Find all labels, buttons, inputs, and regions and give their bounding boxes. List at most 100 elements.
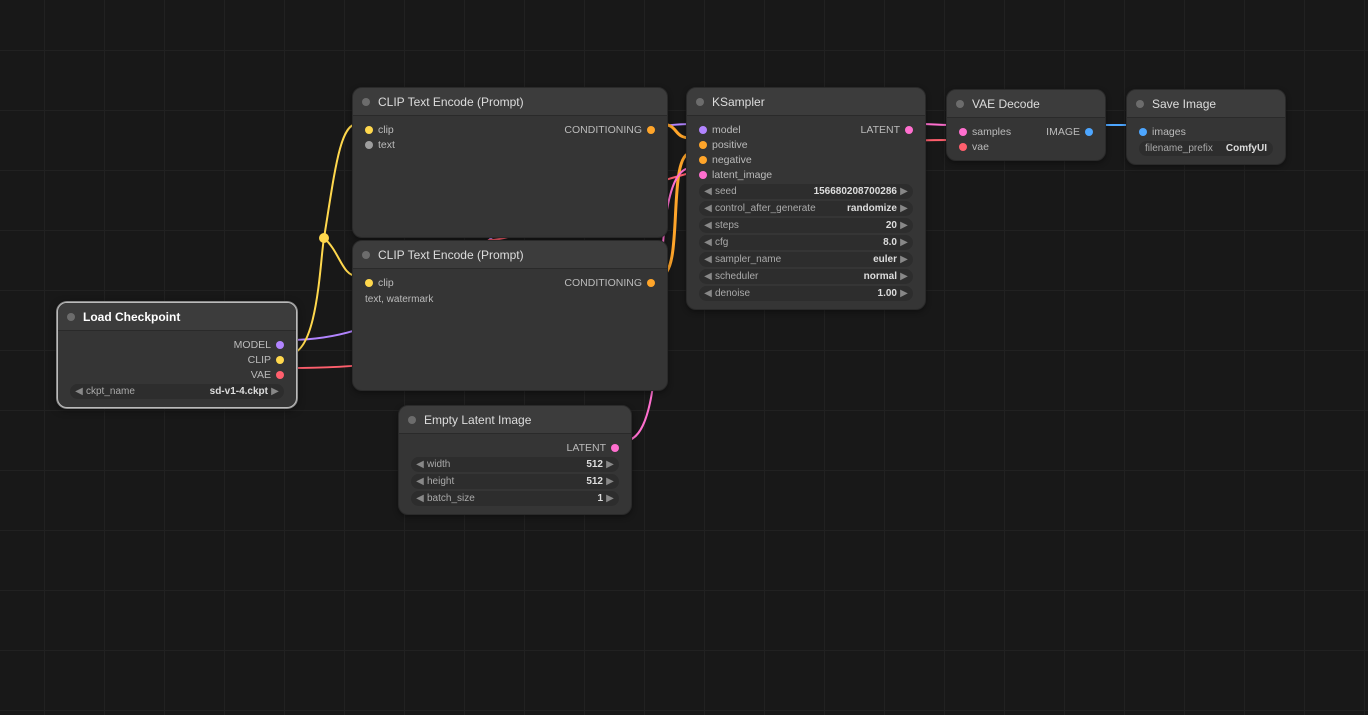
chevron-right-icon[interactable]: ▶ xyxy=(605,493,615,504)
input-positive: positive xyxy=(712,139,748,151)
node-header[interactable]: Empty Latent Image xyxy=(399,406,631,434)
widget-value: euler xyxy=(781,254,897,265)
chevron-right-icon[interactable]: ▶ xyxy=(899,288,909,299)
input-samples: samples xyxy=(972,126,1011,138)
output-latent: LATENT xyxy=(861,124,900,136)
chevron-left-icon[interactable]: ◀ xyxy=(703,254,713,265)
port-negative-icon[interactable] xyxy=(699,156,707,164)
collapse-dot-icon[interactable] xyxy=(1136,100,1144,108)
port-clip-icon[interactable] xyxy=(276,356,284,364)
node-save-image[interactable]: Save Image images filename_prefix ComfyU… xyxy=(1126,89,1286,165)
widget-denoise[interactable]: ◀denoise1.00▶ xyxy=(699,286,913,301)
chevron-left-icon[interactable]: ◀ xyxy=(703,288,713,299)
port-images-icon[interactable] xyxy=(1139,128,1147,136)
port-clip-icon[interactable] xyxy=(365,279,373,287)
input-model: model xyxy=(712,124,741,136)
node-header[interactable]: KSampler xyxy=(687,88,925,116)
node-header[interactable]: CLIP Text Encode (Prompt) xyxy=(353,241,667,269)
chevron-left-icon[interactable]: ◀ xyxy=(703,237,713,248)
node-header[interactable]: VAE Decode xyxy=(947,90,1105,118)
collapse-dot-icon[interactable] xyxy=(956,100,964,108)
port-model-icon[interactable] xyxy=(276,341,284,349)
output-image: IMAGE xyxy=(1046,126,1080,138)
port-vae-icon[interactable] xyxy=(276,371,284,379)
chevron-right-icon[interactable]: ▶ xyxy=(899,220,909,231)
port-model-icon[interactable] xyxy=(699,126,707,134)
port-positive-icon[interactable] xyxy=(699,141,707,149)
port-image-icon[interactable] xyxy=(1085,128,1093,136)
node-header[interactable]: Save Image xyxy=(1127,90,1285,118)
collapse-dot-icon[interactable] xyxy=(408,416,416,424)
widget-seed[interactable]: ◀seed156680208700286▶ xyxy=(699,184,913,199)
node-title: CLIP Text Encode (Prompt) xyxy=(378,95,524,109)
output-clip: CLIP xyxy=(248,354,271,366)
port-text-icon[interactable] xyxy=(365,141,373,149)
widget-label: seed xyxy=(715,186,737,197)
chevron-left-icon[interactable]: ◀ xyxy=(415,493,425,504)
port-vae-icon[interactable] xyxy=(959,143,967,151)
port-samples-icon[interactable] xyxy=(959,128,967,136)
widget-label: height xyxy=(427,476,454,487)
chevron-left-icon[interactable]: ◀ xyxy=(703,220,713,231)
node-title: VAE Decode xyxy=(972,97,1040,111)
chevron-right-icon[interactable]: ▶ xyxy=(899,271,909,282)
widget-ckpt-name[interactable]: ◀ ckpt_name sd-v1-4.ckpt ▶ xyxy=(70,384,284,399)
chevron-right-icon[interactable]: ▶ xyxy=(899,254,909,265)
node-ksampler[interactable]: KSampler model LATENT positive negative … xyxy=(686,87,926,310)
widget-scheduler[interactable]: ◀schedulernormal▶ xyxy=(699,269,913,284)
port-conditioning-icon[interactable] xyxy=(647,126,655,134)
node-clip-text-encode-2[interactable]: CLIP Text Encode (Prompt) clip CONDITION… xyxy=(352,240,668,391)
node-title: Empty Latent Image xyxy=(424,413,531,427)
widget-label: batch_size xyxy=(427,493,475,504)
text-input[interactable]: text, watermark xyxy=(365,294,655,305)
chevron-left-icon[interactable]: ◀ xyxy=(74,386,84,397)
chevron-left-icon[interactable]: ◀ xyxy=(703,186,713,197)
output-conditioning: CONDITIONING xyxy=(564,124,642,136)
port-latent-image-icon[interactable] xyxy=(699,171,707,179)
chevron-left-icon[interactable]: ◀ xyxy=(703,271,713,282)
chevron-left-icon[interactable]: ◀ xyxy=(703,203,713,214)
port-latent-icon[interactable] xyxy=(905,126,913,134)
collapse-dot-icon[interactable] xyxy=(362,251,370,259)
input-negative: negative xyxy=(712,154,752,166)
widget-sampler-name[interactable]: ◀sampler_nameeuler▶ xyxy=(699,252,913,267)
collapse-dot-icon[interactable] xyxy=(696,98,704,106)
chevron-left-icon[interactable]: ◀ xyxy=(415,476,425,487)
node-header[interactable]: Load Checkpoint xyxy=(58,303,296,331)
node-header[interactable]: CLIP Text Encode (Prompt) xyxy=(353,88,667,116)
chevron-right-icon[interactable]: ▶ xyxy=(270,386,280,397)
chevron-right-icon[interactable]: ▶ xyxy=(899,186,909,197)
collapse-dot-icon[interactable] xyxy=(362,98,370,106)
port-clip-icon[interactable] xyxy=(365,126,373,134)
widget-value: 512 xyxy=(450,459,603,470)
chevron-right-icon[interactable]: ▶ xyxy=(899,237,909,248)
chevron-right-icon[interactable]: ▶ xyxy=(605,476,615,487)
collapse-dot-icon[interactable] xyxy=(67,313,75,321)
widget-value: normal xyxy=(758,271,897,282)
widget-filename-prefix[interactable]: filename_prefix ComfyUI xyxy=(1139,141,1273,156)
node-load-checkpoint[interactable]: Load Checkpoint MODEL CLIP VAE ◀ ckpt_na… xyxy=(57,302,297,408)
widget-steps[interactable]: ◀steps20▶ xyxy=(699,218,913,233)
node-empty-latent-image[interactable]: Empty Latent Image LATENT ◀width512▶ ◀he… xyxy=(398,405,632,515)
node-graph-canvas[interactable]: Load Checkpoint MODEL CLIP VAE ◀ ckpt_na… xyxy=(0,0,1368,715)
widget-cfg[interactable]: ◀cfg8.0▶ xyxy=(699,235,913,250)
input-latent-image: latent_image xyxy=(712,169,772,181)
input-vae: vae xyxy=(972,141,989,153)
widget-value: 156680208700286 xyxy=(737,186,897,197)
widget-height[interactable]: ◀height512▶ xyxy=(411,474,619,489)
widget-value: 512 xyxy=(454,476,603,487)
input-images: images xyxy=(1152,126,1186,138)
chevron-left-icon[interactable]: ◀ xyxy=(415,459,425,470)
chevron-right-icon[interactable]: ▶ xyxy=(899,203,909,214)
node-title: Save Image xyxy=(1152,97,1216,111)
widget-value: randomize xyxy=(816,203,897,214)
node-vae-decode[interactable]: VAE Decode samples IMAGE vae xyxy=(946,89,1106,161)
node-title: KSampler xyxy=(712,95,765,109)
widget-width[interactable]: ◀width512▶ xyxy=(411,457,619,472)
node-clip-text-encode-1[interactable]: CLIP Text Encode (Prompt) clip CONDITION… xyxy=(352,87,668,238)
widget-control-after-generate[interactable]: ◀control_after_generaterandomize▶ xyxy=(699,201,913,216)
widget-batch-size[interactable]: ◀batch_size1▶ xyxy=(411,491,619,506)
port-latent-icon[interactable] xyxy=(611,444,619,452)
port-conditioning-icon[interactable] xyxy=(647,279,655,287)
chevron-right-icon[interactable]: ▶ xyxy=(605,459,615,470)
